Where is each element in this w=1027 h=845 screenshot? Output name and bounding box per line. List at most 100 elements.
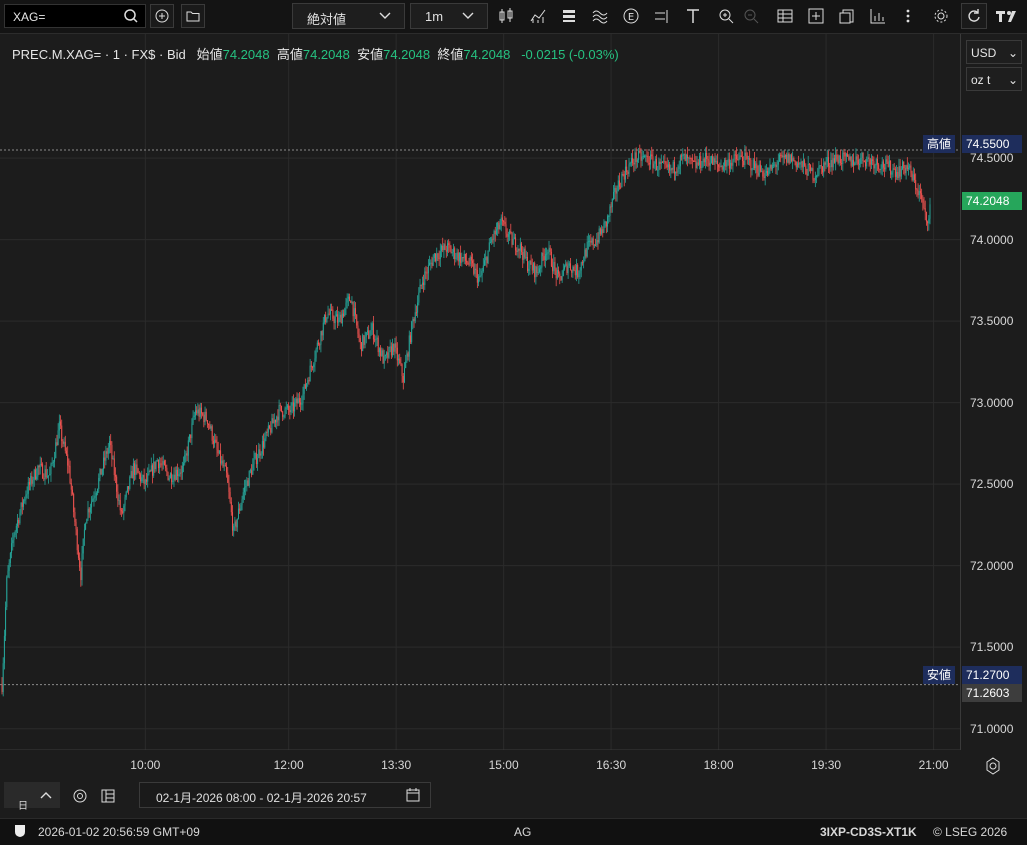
candle-body <box>142 474 144 478</box>
candle-body <box>724 160 726 167</box>
candle-body <box>884 167 886 170</box>
settings-icon[interactable] <box>72 788 88 807</box>
candle-body <box>240 505 242 511</box>
day-button[interactable]: 日 <box>4 782 32 812</box>
candle-body <box>469 257 471 265</box>
candle-body <box>334 316 336 324</box>
candle-body <box>485 257 487 261</box>
candle-body <box>189 434 191 441</box>
calendar-icon[interactable] <box>406 787 420 806</box>
scale-mode-dropdown[interactable]: 絶対値 <box>292 3 405 29</box>
search-icon[interactable] <box>123 8 139 27</box>
add-symbol-button[interactable] <box>150 4 174 28</box>
date-range-picker[interactable]: 02-1月-2026 08:00 - 02-1月-2026 20:57 <box>139 782 431 808</box>
open-folder-button[interactable] <box>181 4 205 28</box>
candle-body <box>380 348 382 356</box>
calendar-grid-icon[interactable] <box>100 788 116 807</box>
candle-body <box>783 155 785 158</box>
candle-body <box>830 159 832 167</box>
candle-body <box>258 449 260 459</box>
candle-body <box>879 169 881 171</box>
candle-body <box>497 222 499 230</box>
candle-body <box>461 256 463 263</box>
candle-body <box>641 156 643 161</box>
candle-body <box>294 402 296 412</box>
change-value: -0.0215 (-0.03%) <box>521 47 619 62</box>
candle-body <box>185 453 187 456</box>
zoom-in-icon[interactable] <box>717 7 735 25</box>
candle-body <box>368 330 370 339</box>
reset-button[interactable] <box>961 3 987 29</box>
text-tool-icon[interactable] <box>684 7 702 25</box>
candle-body <box>872 159 874 162</box>
horizontal-line-icon[interactable] <box>653 7 671 25</box>
chart-export-icon[interactable] <box>869 7 887 25</box>
candle-body <box>802 160 804 168</box>
candle-body <box>17 520 19 526</box>
candle-body <box>44 469 46 480</box>
candle-body <box>676 171 678 173</box>
candle-body <box>565 263 567 267</box>
layers-icon[interactable] <box>560 7 578 25</box>
wave-icon[interactable] <box>591 7 609 25</box>
candle-body <box>3 635 5 664</box>
candle-body <box>193 415 195 417</box>
candle-body <box>881 161 883 169</box>
candle-body <box>734 154 736 156</box>
candle-body <box>491 238 493 243</box>
indicators-icon[interactable] <box>529 7 547 25</box>
candle-body <box>98 477 100 489</box>
candle-body <box>70 483 72 490</box>
price-chart[interactable] <box>0 34 960 750</box>
candle-body <box>863 161 865 163</box>
gear-icon[interactable] <box>932 7 950 25</box>
candle-body <box>546 253 548 255</box>
more-vertical-icon[interactable] <box>899 7 917 25</box>
candle-body <box>527 256 529 271</box>
candle-body <box>280 405 282 412</box>
candle-body <box>298 398 300 403</box>
table-icon[interactable] <box>776 7 794 25</box>
events-icon[interactable]: E <box>622 7 640 25</box>
interval-dropdown[interactable]: 1m <box>410 3 488 29</box>
candle-body <box>112 458 114 460</box>
collapse-button[interactable] <box>32 782 60 808</box>
candle-body <box>432 257 434 266</box>
currency-dropdown[interactable]: USD ⌄ <box>966 40 1022 64</box>
candle-body <box>589 240 591 242</box>
candle-body <box>255 453 257 465</box>
symbol-search[interactable]: XAG= <box>4 4 146 28</box>
candle-body <box>869 159 871 165</box>
candle-body <box>501 217 503 222</box>
candle-body <box>632 157 634 163</box>
candle-body <box>511 232 513 245</box>
axis-settings-icon[interactable] <box>984 757 1002 778</box>
candle-body <box>624 166 626 180</box>
currency-label: USD <box>971 46 997 60</box>
candle-body <box>861 152 863 158</box>
copy-icon[interactable] <box>838 7 856 25</box>
candle-body <box>593 244 595 246</box>
candle-body <box>622 173 624 175</box>
candle-body <box>184 455 186 464</box>
candle-body <box>332 309 334 319</box>
add-panel-icon[interactable] <box>807 7 825 25</box>
candle-body <box>425 271 427 273</box>
candle-body <box>629 163 631 165</box>
candle-body <box>915 179 917 190</box>
candle-body <box>5 607 7 636</box>
candle-body <box>759 164 761 172</box>
candle-body <box>558 270 560 274</box>
symbol-input[interactable]: XAG= <box>13 10 45 24</box>
candlestick-icon[interactable] <box>497 7 515 25</box>
candle-body <box>780 154 782 156</box>
candle-body <box>891 172 893 175</box>
unit-dropdown[interactable]: oz t ⌄ <box>966 67 1022 91</box>
candle-body <box>481 270 483 275</box>
candle-body <box>738 157 740 161</box>
candle-body <box>233 526 235 531</box>
candle-body <box>257 458 259 465</box>
candle-body <box>398 358 400 361</box>
candle-body <box>489 242 491 244</box>
candle-body <box>40 463 42 465</box>
